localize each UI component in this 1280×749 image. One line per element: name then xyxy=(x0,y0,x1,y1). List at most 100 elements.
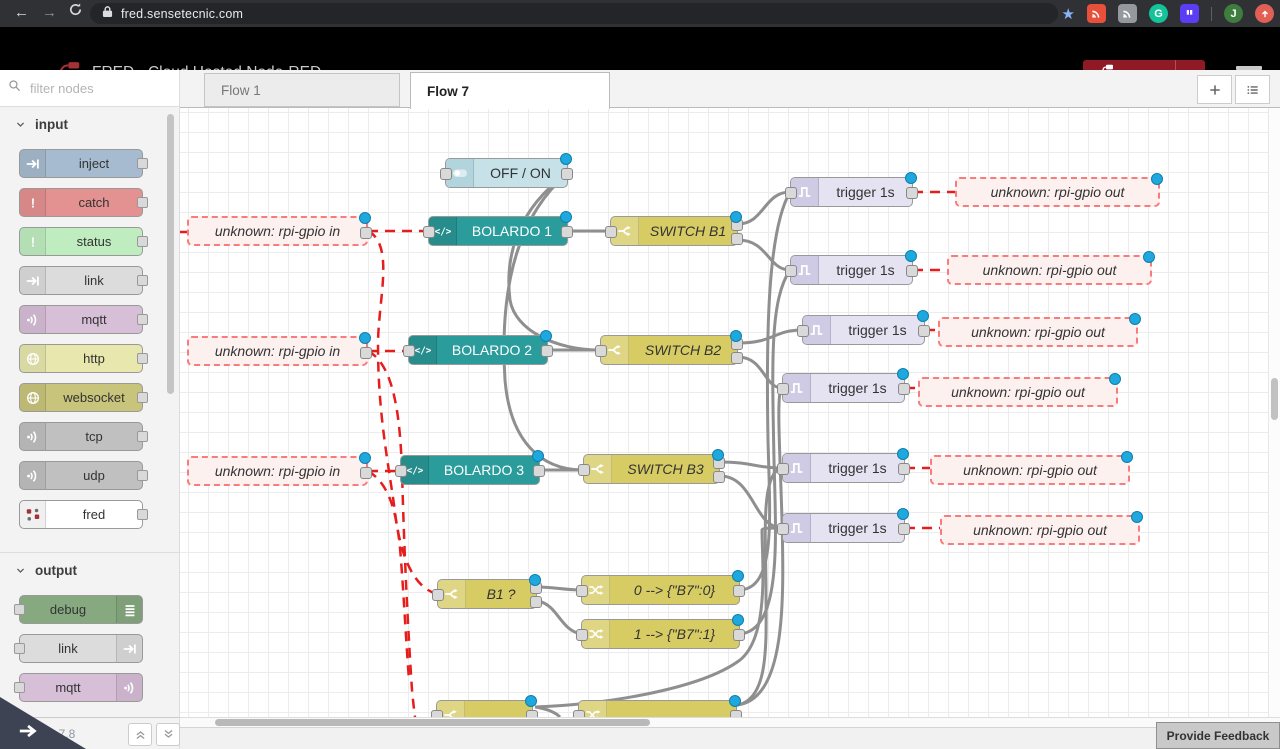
palette-node-udp-input[interactable]: udp xyxy=(19,461,143,490)
input-port[interactable] xyxy=(440,168,452,180)
wire[interactable] xyxy=(738,357,782,388)
port[interactable] xyxy=(137,314,148,325)
output-port-2[interactable] xyxy=(530,596,542,608)
input-port[interactable] xyxy=(576,629,588,641)
input-port[interactable] xyxy=(423,226,435,238)
node-gpio-out-3[interactable]: unknown: rpi-gpio out xyxy=(938,317,1138,347)
output-port[interactable] xyxy=(526,710,538,717)
node-switch-b1[interactable]: SWITCH B1 xyxy=(610,216,738,246)
output-port[interactable] xyxy=(918,325,930,337)
palette-node-fred-input[interactable]: fred xyxy=(19,500,143,529)
wire[interactable] xyxy=(538,601,581,634)
output-port[interactable] xyxy=(561,168,573,180)
profile-avatar[interactable]: J xyxy=(1224,4,1243,23)
output-port[interactable] xyxy=(360,227,372,239)
palette-node-mqtt-input[interactable]: mqtt xyxy=(19,305,143,334)
output-port[interactable] xyxy=(360,467,372,479)
output-port[interactable] xyxy=(733,629,745,641)
expand-all-button[interactable] xyxy=(156,723,180,746)
node-change-2[interactable]: 1 --> {"B7":1} xyxy=(581,619,740,649)
port[interactable] xyxy=(137,392,148,403)
input-port[interactable] xyxy=(431,710,443,717)
output-port[interactable] xyxy=(541,345,553,357)
input-port[interactable] xyxy=(777,523,789,535)
extension-red-feed-icon[interactable] xyxy=(1087,4,1106,23)
output-port[interactable] xyxy=(898,463,910,475)
output-port[interactable] xyxy=(898,523,910,535)
output-port[interactable] xyxy=(898,383,910,395)
node-trigger-2[interactable]: trigger 1s xyxy=(790,255,913,285)
output-port[interactable] xyxy=(733,585,745,597)
output-port[interactable] xyxy=(730,710,742,717)
port[interactable] xyxy=(137,236,148,247)
input-port[interactable] xyxy=(576,585,588,597)
palette-node-websocket-input[interactable]: websocket xyxy=(19,383,143,412)
wire[interactable] xyxy=(738,240,790,270)
extension-rss-icon[interactable] xyxy=(1118,4,1137,23)
flow-list-button[interactable] xyxy=(1235,75,1270,104)
node-gpio-in-2[interactable]: unknown: rpi-gpio in xyxy=(187,336,368,366)
node-gpio-out-4[interactable]: unknown: rpi-gpio out xyxy=(918,377,1118,407)
vertical-scrollbar[interactable] xyxy=(1271,378,1278,420)
node-partial-change[interactable] xyxy=(578,700,737,717)
palette-node-debug-output[interactable]: debug xyxy=(19,595,143,624)
tab-flow-7[interactable]: Flow 7 xyxy=(410,72,610,109)
node-gpio-out-6[interactable]: unknown: rpi-gpio out xyxy=(940,515,1140,545)
input-port[interactable] xyxy=(578,464,590,476)
node-change-1[interactable]: 0 --> {"B7":0} xyxy=(581,575,740,605)
input-port[interactable] xyxy=(777,383,789,395)
address-bar[interactable]: fred.sensetecnic.com xyxy=(90,3,1058,24)
collapse-all-button[interactable] xyxy=(128,723,152,746)
port[interactable] xyxy=(14,643,25,654)
input-port[interactable] xyxy=(785,187,797,199)
output-port-2[interactable] xyxy=(713,471,725,483)
back-icon[interactable]: ← xyxy=(14,3,29,23)
node-gpio-out-2[interactable]: unknown: rpi-gpio out xyxy=(947,255,1152,285)
palette-node-status-input[interactable]: !status xyxy=(19,227,143,256)
wire[interactable] xyxy=(535,528,782,707)
node-switch-b3[interactable]: SWITCH B3 xyxy=(583,454,720,484)
node-switch-b2[interactable]: SWITCH B2 xyxy=(600,335,738,365)
filter-nodes-input[interactable] xyxy=(28,80,157,97)
output-port[interactable] xyxy=(561,226,573,238)
output-port-2[interactable] xyxy=(731,352,743,364)
node-trigger-3[interactable]: trigger 1s xyxy=(802,315,925,345)
node-trigger-4[interactable]: trigger 1s xyxy=(782,373,905,403)
input-port[interactable] xyxy=(785,265,797,277)
port[interactable] xyxy=(137,431,148,442)
grammarly-icon[interactable]: G xyxy=(1149,4,1168,23)
extension-purple-icon[interactable]: ▮▮ xyxy=(1180,4,1199,23)
wire[interactable] xyxy=(538,587,581,590)
port[interactable] xyxy=(14,604,25,615)
wire[interactable] xyxy=(720,476,782,528)
port[interactable] xyxy=(137,275,148,286)
output-port[interactable] xyxy=(533,465,545,477)
node-gpio-in-3[interactable]: unknown: rpi-gpio in xyxy=(187,456,368,486)
node-trigger-5[interactable]: trigger 1s xyxy=(782,453,905,483)
reload-icon[interactable] xyxy=(68,2,83,23)
palette-category-input[interactable]: input xyxy=(0,107,179,141)
port[interactable] xyxy=(137,353,148,364)
input-port[interactable] xyxy=(403,345,415,357)
wire[interactable] xyxy=(738,330,802,343)
palette-category-output[interactable]: output xyxy=(0,553,179,587)
output-port[interactable] xyxy=(906,265,918,277)
node-bolardo-3[interactable]: </>BOLARDO 3 xyxy=(400,455,540,485)
node-trigger-1[interactable]: trigger 1s xyxy=(790,177,913,207)
palette-node-link-input[interactable]: link xyxy=(19,266,143,295)
node-gpio-in-1[interactable]: unknown: rpi-gpio in xyxy=(187,216,368,246)
palette-node-catch-input[interactable]: !catch xyxy=(19,188,143,217)
input-port[interactable] xyxy=(605,226,617,238)
node-off-on[interactable]: OFF / ON xyxy=(445,158,568,188)
node-partial-switch[interactable] xyxy=(436,700,533,717)
node-bolardo-2[interactable]: </>BOLARDO 2 xyxy=(408,335,548,365)
broken-wire[interactable] xyxy=(368,351,415,717)
palette-node-mqtt-output[interactable]: mqtt xyxy=(19,673,143,702)
palette-node-http-input[interactable]: http xyxy=(19,344,143,373)
input-port[interactable] xyxy=(777,463,789,475)
add-flow-button[interactable] xyxy=(1197,75,1232,104)
input-port[interactable] xyxy=(395,465,407,477)
port[interactable] xyxy=(14,682,25,693)
output-port[interactable] xyxy=(360,347,372,359)
wire[interactable] xyxy=(535,707,560,717)
